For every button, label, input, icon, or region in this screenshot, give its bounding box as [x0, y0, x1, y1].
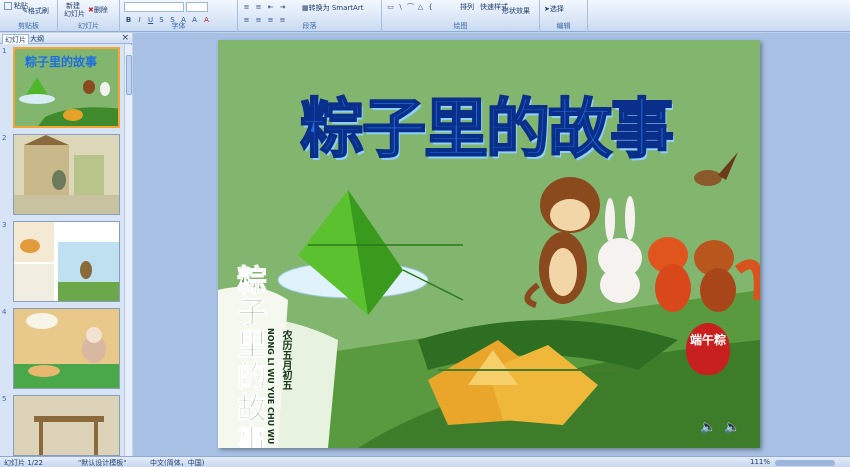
- decrease-indent-icon[interactable]: ⇤: [266, 3, 275, 11]
- increase-indent-icon[interactable]: ⇥: [278, 3, 287, 11]
- thumbnail-5[interactable]: [13, 395, 120, 456]
- bullets-icon[interactable]: ≡: [242, 3, 251, 11]
- thumbnail-1[interactable]: 粽子里的故事: [13, 47, 120, 128]
- thumbnail-number: 2: [2, 134, 7, 142]
- slide-thumbnail[interactable]: 1 粽子里的故事: [0, 47, 124, 131]
- thumbnail-number: 3: [2, 221, 7, 229]
- slide-title[interactable]: 粽子里的故事: [299, 78, 700, 178]
- ribbon: 粘贴 ✎格式刷 剪贴板 新建 幻灯片 ✖删除 幻灯片 B I U S S A A…: [0, 0, 850, 32]
- slides-group-label: 幻灯片: [78, 22, 99, 30]
- paragraph-group: ≡ ≡ ⇤ ⇥ ≡ ≡ ≡ ≡ ▦转换为 SmartArt 段落: [238, 0, 382, 32]
- drawing-group-label: 绘图: [453, 22, 468, 30]
- thumbnail-4[interactable]: [13, 308, 120, 389]
- language-indicator: 中文(简体，中国): [150, 459, 205, 467]
- thumbnail-number: 1: [2, 47, 7, 55]
- numbering-icon[interactable]: ≡: [254, 3, 263, 11]
- editing-group-label: 编辑: [556, 22, 571, 30]
- slide-thumbnail[interactable]: 3: [0, 221, 124, 305]
- zoom-level: 111%: [750, 458, 771, 466]
- thumbnail-art: [14, 135, 119, 214]
- font-name-combo[interactable]: [124, 2, 184, 12]
- slide-indicator: 幻灯片 1/22: [4, 459, 43, 467]
- thumbnail-number: 5: [2, 395, 7, 403]
- thumbnail-number: 4: [2, 308, 7, 316]
- shape-brace-icon[interactable]: {: [426, 3, 435, 11]
- slide-thumbnail[interactable]: 5: [0, 395, 124, 456]
- thumbnail-2[interactable]: [13, 134, 120, 215]
- convert-smartart-button[interactable]: ▦转换为 SmartArt: [302, 3, 363, 13]
- panel-tabs: 幻灯片 大纲 ×: [0, 33, 132, 44]
- shape-arc-icon[interactable]: ⌒: [406, 3, 415, 11]
- select-button[interactable]: ➤选择: [544, 4, 564, 14]
- font-size-combo[interactable]: [186, 2, 208, 12]
- slides-panel: 幻灯片 大纲 × 1 粽子里的故事 2 3 4 5: [0, 33, 132, 456]
- clipboard-group-label: 剪贴板: [18, 22, 39, 30]
- slides-group: 新建 幻灯片 ✖删除 幻灯片: [58, 0, 120, 32]
- editing-group: ➤选择 编辑: [540, 0, 588, 32]
- status-bar: 幻灯片 1/22 "默认设计模板" 中文(简体，中国) 111%: [0, 456, 850, 467]
- slide-canvas[interactable]: 粽子里的故事 粽 子 里 的 故 事 农历五月初五 NONG LI WU YUE…: [218, 40, 760, 448]
- scrollbar-thumb[interactable]: [126, 55, 132, 95]
- slide-thumbnail[interactable]: 4: [0, 308, 124, 392]
- paragraph-group-label: 段落: [302, 22, 317, 30]
- zoom-slider[interactable]: [775, 460, 835, 466]
- format-painter-button[interactable]: ✎格式刷: [22, 6, 49, 16]
- subtitle-pinyin: NONG LI WU YUE CHU WU: [266, 328, 275, 445]
- font-group-label: 字体: [171, 22, 186, 30]
- shape-effects-button[interactable]: 形状效果: [502, 6, 530, 16]
- shape-rectangle-icon[interactable]: ▭: [386, 3, 395, 11]
- subtitle-chinese: 农历五月初五: [280, 330, 291, 390]
- slide-thumbnail[interactable]: 2: [0, 134, 124, 218]
- shape-triangle-icon[interactable]: △: [416, 3, 425, 11]
- font-group: B I U S S A A A 字体: [120, 0, 238, 32]
- slide-workspace: 粽子里的故事 粽 子 里 的 故 事 农历五月初五 NONG LI WU YUE…: [133, 33, 850, 456]
- delete-slide-button[interactable]: ✖删除: [88, 5, 108, 15]
- thumbnail-art: [14, 309, 119, 388]
- new-slide-label2: 幻灯片: [64, 10, 85, 18]
- thumbnail-art: [14, 222, 119, 301]
- thumbnail-art: [19, 77, 118, 126]
- panel-scrollbar[interactable]: [124, 45, 132, 456]
- duanwu-seal: 端午粽: [686, 323, 730, 375]
- clipboard-group: 粘贴 ✎格式刷 剪贴板: [0, 0, 58, 32]
- thumbnail-3[interactable]: [13, 221, 120, 302]
- theme-name: "默认设计模板": [78, 459, 127, 467]
- shape-line-icon[interactable]: \: [396, 3, 405, 11]
- paste-icon: [4, 2, 12, 10]
- thumbnail-art: [14, 396, 119, 455]
- drawing-group: ▭ \ ⌒ △ { 排列 快速样式 形状效果 绘图: [382, 0, 540, 32]
- tab-slides[interactable]: 幻灯片: [2, 34, 29, 44]
- sound-icon[interactable]: 🔈: [724, 420, 740, 435]
- sound-icon[interactable]: 🔈: [700, 420, 716, 435]
- smartart-icon: ▦: [302, 4, 309, 12]
- arrange-button[interactable]: 排列: [460, 2, 474, 12]
- close-icon[interactable]: ×: [121, 33, 129, 43]
- tab-outline[interactable]: 大纲: [28, 34, 46, 44]
